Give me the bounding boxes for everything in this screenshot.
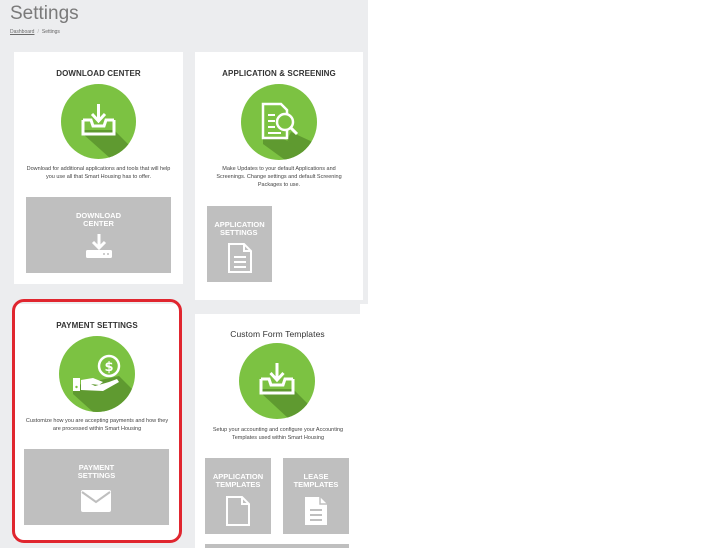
breadcrumb: Dashboard / Settings: [10, 29, 60, 35]
lease-templates-button[interactable]: LEASE TEMPLATES: [283, 458, 349, 534]
application-settings-button[interactable]: APPLICATION SETTINGS: [207, 206, 272, 282]
next-row-tile-partial[interactable]: [205, 544, 349, 548]
page-title: Settings: [10, 3, 79, 24]
application-templates-button[interactable]: APPLICATION TEMPLATES: [205, 458, 271, 534]
document-search-icon: [241, 84, 317, 160]
custom-form-templates-card: Custom Form Templates Setup your account…: [195, 314, 360, 548]
filled-document-icon: [305, 497, 327, 525]
download-tray-icon: [86, 234, 112, 258]
breadcrumb-current: Settings: [41, 29, 60, 35]
blank-document-icon: [226, 496, 250, 526]
payment-settings-highlight: [12, 299, 182, 543]
card-title: DOWNLOAD CENTER: [56, 69, 141, 78]
tile-label-line2: TEMPLATES: [215, 480, 261, 489]
document-icon: [228, 243, 252, 273]
download-center-button[interactable]: DOWNLOAD CENTER: [26, 197, 171, 273]
card-title: Custom Form Templates: [230, 329, 325, 339]
card-description: Make Updates to your default Application…: [216, 166, 342, 188]
inbox-download-icon: [239, 343, 315, 419]
inbox-download-icon: [61, 84, 136, 159]
tile-label-line2: CENTER: [83, 219, 114, 228]
download-center-card: DOWNLOAD CENTER Download for additional …: [14, 52, 183, 284]
breadcrumb-separator: /: [37, 29, 39, 35]
tile-label-line2: SETTINGS: [220, 228, 258, 237]
breadcrumb-dashboard-link[interactable]: Dashboard: [10, 29, 34, 35]
application-screening-card: APPLICATION & SCREENING Make Updates to …: [195, 52, 363, 300]
card-title: APPLICATION & SCREENING: [222, 69, 336, 78]
card-description: Download for additional applications and…: [26, 166, 171, 180]
card-description: Setup your accounting and configure your…: [212, 427, 344, 441]
tile-label-line2: TEMPLATES: [293, 480, 339, 489]
